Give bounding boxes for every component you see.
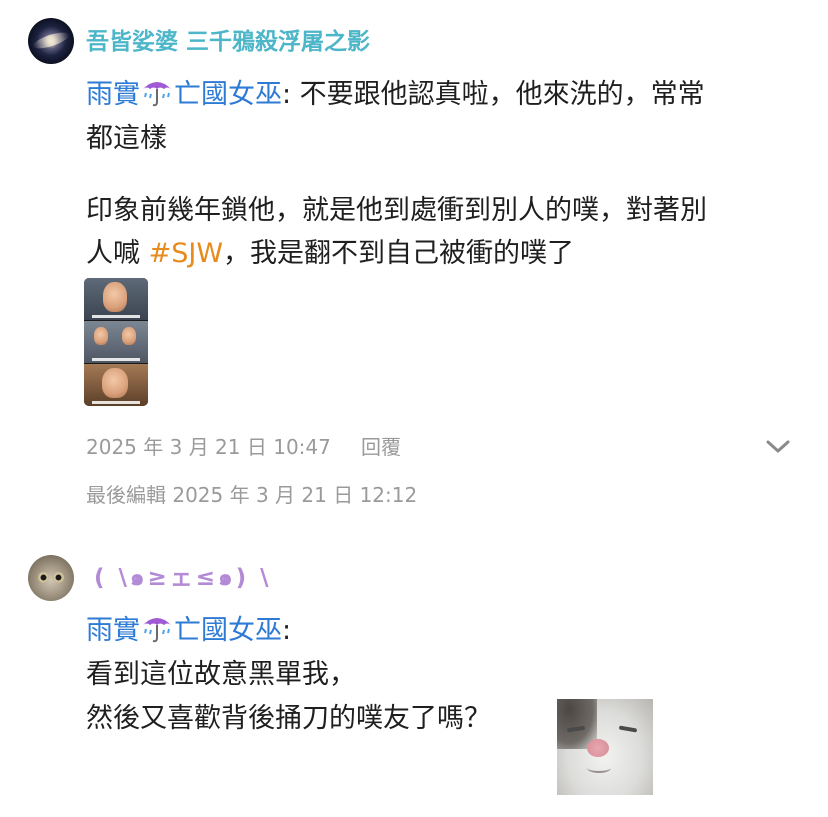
comment-text-line: 印象前幾年鎖他，就是他到處衝到別人的噗，對著別 <box>86 195 707 226</box>
comment-username[interactable]: 吾皆娑婆 三千鴉殺浮屠之影 <box>86 27 370 57</box>
owl-eye <box>53 572 64 583</box>
reply-button[interactable]: 回覆 <box>361 434 401 460</box>
comment-timestamp: 2025 年 3 月 21 日 10:47 <box>86 435 331 459</box>
cat-sticker-image[interactable] <box>557 699 653 795</box>
comment-text-line: 然後又喜歡背後捅刀的噗友了嗎？ <box>86 703 491 734</box>
user-mention[interactable]: 雨實 亡國女巫 <box>86 615 282 646</box>
user-avatar[interactable] <box>28 18 74 64</box>
meme-panel <box>84 321 148 363</box>
user-avatar[interactable] <box>28 555 74 601</box>
meme-image[interactable] <box>84 278 148 406</box>
comment-text-line: 人喊 #SJW，我是翻不到自己被衝的噗了 <box>86 238 575 269</box>
hashtag-link[interactable]: #SJW <box>149 238 223 269</box>
owl-eye <box>38 572 49 583</box>
chevron-down-icon[interactable] <box>764 436 792 458</box>
edited-timestamp: 最後編輯 2025 年 3 月 21 日 12:12 <box>86 483 418 507</box>
umbrella-with-rain-icon <box>143 82 171 107</box>
comment-text-line: 雨實 亡國女巫: 不要跟他認真啦，他來洗的，常常 <box>86 74 705 116</box>
comment-text-line: 雨實 亡國女巫: <box>86 610 291 652</box>
umbrella-with-rain-icon <box>143 618 171 643</box>
comment-username[interactable]: ( \๑≥ェ≤๑) \ <box>94 563 272 593</box>
meme-panel <box>84 278 148 320</box>
user-mention[interactable]: 雨實 亡國女巫 <box>86 79 282 110</box>
comment-text-line: 都這樣 <box>86 123 167 154</box>
comment-text-line: 看到這位故意黑單我， <box>86 659 356 690</box>
meme-panel <box>84 364 148 406</box>
